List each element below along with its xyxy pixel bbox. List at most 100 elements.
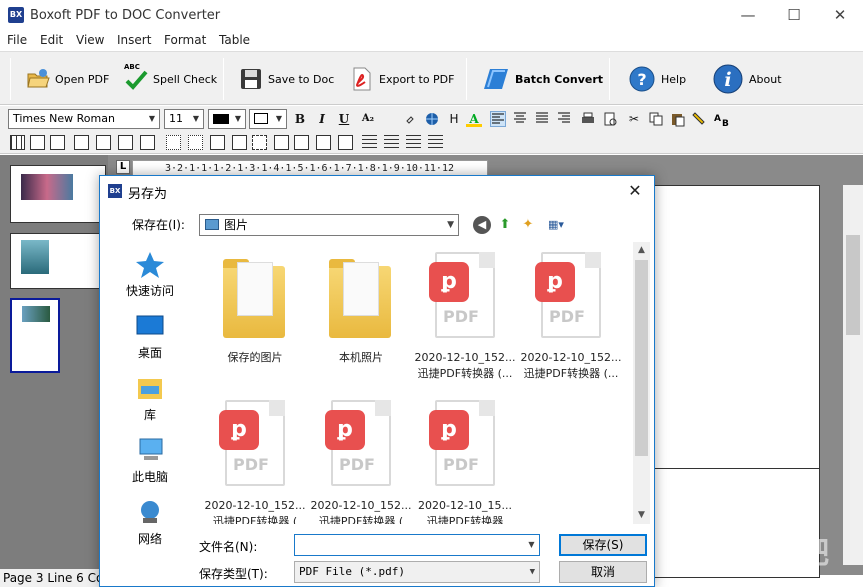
- maximize-button[interactable]: ☐: [771, 0, 817, 31]
- place-network[interactable]: 网络: [110, 498, 190, 547]
- text-color-button[interactable]: A: [466, 111, 482, 127]
- open-pdf-button[interactable]: Open PDF: [26, 64, 109, 94]
- pdf-file-item[interactable]: ꝑPDF 2020-12-10_152... 迅捷PDF转换器 (...: [518, 252, 624, 382]
- spell-check-button[interactable]: ABC Spell Check: [124, 64, 217, 94]
- cancel-button[interactable]: 取消: [559, 561, 647, 583]
- minimize-button[interactable]: —: [725, 0, 771, 31]
- scroll-up-icon[interactable]: ▲: [633, 242, 650, 259]
- subscript-button[interactable]: A₂: [356, 111, 380, 127]
- export-to-pdf-button[interactable]: Export to PDF: [350, 64, 454, 94]
- scroll-down-icon[interactable]: ▼: [633, 507, 650, 524]
- split-cells-icon[interactable]: [188, 135, 203, 150]
- page-thumbnail[interactable]: [10, 233, 106, 289]
- menu-edit[interactable]: Edit: [40, 33, 63, 47]
- replace-icon[interactable]: AB: [714, 111, 730, 127]
- save-in-select[interactable]: 图片 ▼: [199, 214, 459, 236]
- font-name-value: Times New Roman: [13, 112, 115, 125]
- format-painter-icon[interactable]: [692, 111, 708, 127]
- menu-format[interactable]: Format: [164, 33, 206, 47]
- font-name-select[interactable]: Times New Roman ▼: [8, 109, 160, 129]
- tab-stop-icon[interactable]: L: [116, 160, 130, 174]
- table-select-icon[interactable]: [338, 135, 353, 150]
- place-desktop[interactable]: 桌面: [110, 312, 190, 361]
- paste-icon[interactable]: [670, 111, 686, 127]
- menu-insert[interactable]: Insert: [117, 33, 151, 47]
- about-button[interactable]: i About: [712, 64, 782, 94]
- cell-valign-icon[interactable]: [316, 135, 331, 150]
- insert-table-icon[interactable]: [10, 135, 25, 150]
- align-right-icon[interactable]: [556, 111, 572, 127]
- save-in-value: 图片: [224, 218, 248, 232]
- table-props-icon[interactable]: [274, 135, 289, 150]
- place-quick-access[interactable]: 快速访问: [110, 250, 190, 299]
- border-select[interactable]: ▼: [249, 109, 287, 129]
- delete-row-icon[interactable]: [118, 135, 133, 150]
- save-to-doc-button[interactable]: Save to Doc: [239, 64, 334, 94]
- export-to-pdf-label: Export to PDF: [379, 73, 454, 86]
- outdent-icon[interactable]: [406, 135, 421, 150]
- link-icon[interactable]: [404, 111, 420, 127]
- document-page[interactable]: [640, 185, 820, 481]
- cell-shading-icon[interactable]: [232, 135, 247, 150]
- cell-align-icon[interactable]: [294, 135, 309, 150]
- pdf-file-item[interactable]: ꝑPDF 2020-12-10_152... 迅捷PDF转换器 (: [202, 400, 308, 524]
- menu-file[interactable]: File: [7, 33, 27, 47]
- insert-row-icon[interactable]: [74, 135, 89, 150]
- cut-icon[interactable]: ✂: [626, 111, 642, 127]
- numbered-list-icon[interactable]: [384, 135, 399, 150]
- cell-border-icon[interactable]: [210, 135, 225, 150]
- pdf-file-item[interactable]: ꝑPDF 2020-12-10_15... 迅捷PDF转换器: [412, 400, 518, 524]
- pdf-file-item[interactable]: ꝑPDF 2020-12-10_152... 迅捷PDF转换器 (: [308, 400, 414, 524]
- dialog-close-button[interactable]: ✕: [622, 180, 648, 202]
- menu-view[interactable]: View: [76, 33, 104, 47]
- batch-convert-button[interactable]: Batch Convert: [482, 64, 603, 94]
- delete-col-icon[interactable]: [140, 135, 155, 150]
- back-icon[interactable]: ◀: [473, 216, 491, 234]
- place-this-pc[interactable]: 此电脑: [110, 436, 190, 485]
- chevron-down-icon: ▼: [145, 110, 159, 128]
- underline-button[interactable]: U: [336, 111, 352, 127]
- close-button[interactable]: ✕: [817, 0, 863, 31]
- place-label: 此电脑: [132, 470, 168, 484]
- bold-button[interactable]: B: [292, 111, 308, 127]
- filename-input[interactable]: [294, 534, 540, 556]
- folder-item[interactable]: 本机照片: [308, 252, 414, 366]
- floppy-disk-icon: [239, 67, 263, 91]
- insert-col-icon[interactable]: [96, 135, 111, 150]
- table-row-icon[interactable]: [30, 135, 45, 150]
- new-folder-icon[interactable]: ✦: [519, 216, 537, 234]
- font-size-select[interactable]: 11 ▼: [164, 109, 204, 129]
- print-preview-icon[interactable]: [602, 111, 618, 127]
- printer-icon[interactable]: [580, 111, 596, 127]
- help-button[interactable]: ? Help: [628, 64, 686, 94]
- align-center-icon[interactable]: [512, 111, 528, 127]
- pdf-file-icon: ꝑPDF: [429, 252, 501, 346]
- page-thumbnail[interactable]: [10, 165, 106, 223]
- copy-icon[interactable]: [648, 111, 664, 127]
- italic-button[interactable]: I: [314, 111, 330, 127]
- merge-cells-icon[interactable]: [166, 135, 181, 150]
- page-thumbnail-selected[interactable]: [10, 298, 60, 373]
- pdf-file-item[interactable]: ꝑPDF 2020-12-10_152... 迅捷PDF转换器 (...: [412, 252, 518, 382]
- highlight-button[interactable]: H: [446, 111, 462, 127]
- grid-lines-icon[interactable]: [252, 135, 267, 150]
- text-color-select[interactable]: ▼: [208, 109, 246, 129]
- bullet-list-icon[interactable]: [362, 135, 377, 150]
- menu-table[interactable]: Table: [219, 33, 250, 47]
- vertical-scrollbar[interactable]: [843, 185, 863, 565]
- folder-item[interactable]: 保存的图片: [202, 252, 308, 366]
- file-list-scrollbar[interactable]: ▲ ▼: [633, 242, 650, 524]
- up-folder-icon[interactable]: ⬆: [496, 216, 514, 234]
- align-left-icon[interactable]: [490, 111, 506, 127]
- scrollbar-thumb[interactable]: [846, 235, 860, 335]
- save-button[interactable]: 保存(S): [559, 534, 647, 556]
- align-justify-icon[interactable]: [534, 111, 550, 127]
- place-libraries[interactable]: 库: [110, 374, 190, 423]
- chevron-down-icon[interactable]: ▼: [524, 535, 539, 555]
- globe-icon[interactable]: [424, 111, 440, 127]
- view-menu-icon[interactable]: ▦▾: [543, 216, 569, 234]
- table-col-icon[interactable]: [50, 135, 65, 150]
- scrollbar-thumb[interactable]: [635, 260, 648, 456]
- filetype-select[interactable]: PDF File (*.pdf) ▼: [294, 561, 540, 583]
- indent-icon[interactable]: [428, 135, 443, 150]
